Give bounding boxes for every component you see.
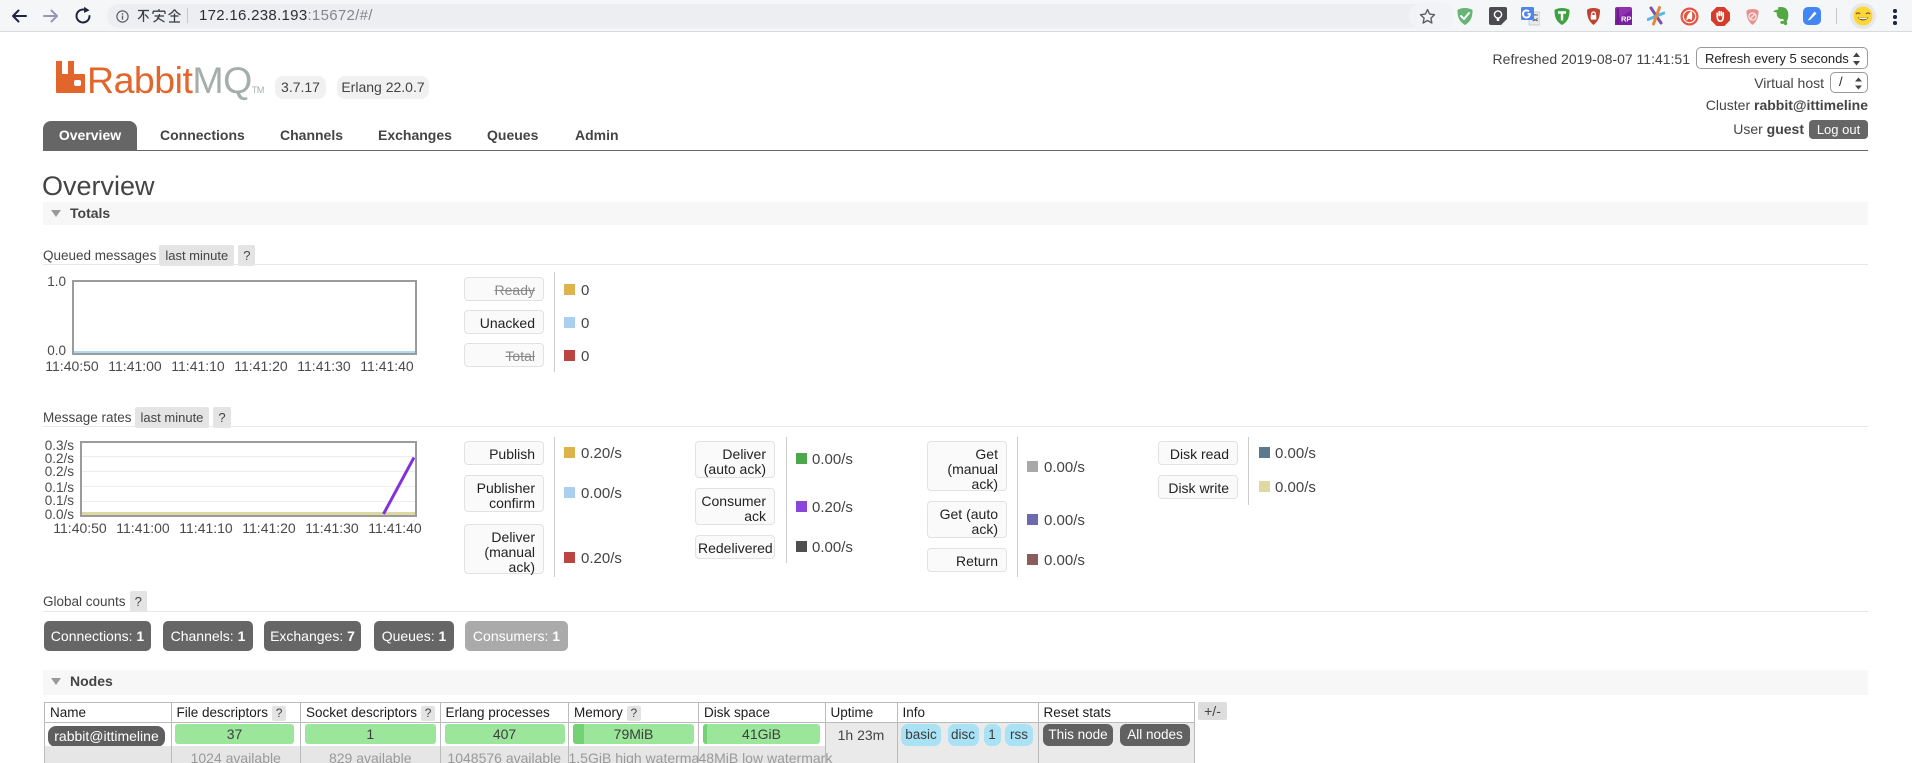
svg-text:RP: RP — [1621, 15, 1631, 24]
